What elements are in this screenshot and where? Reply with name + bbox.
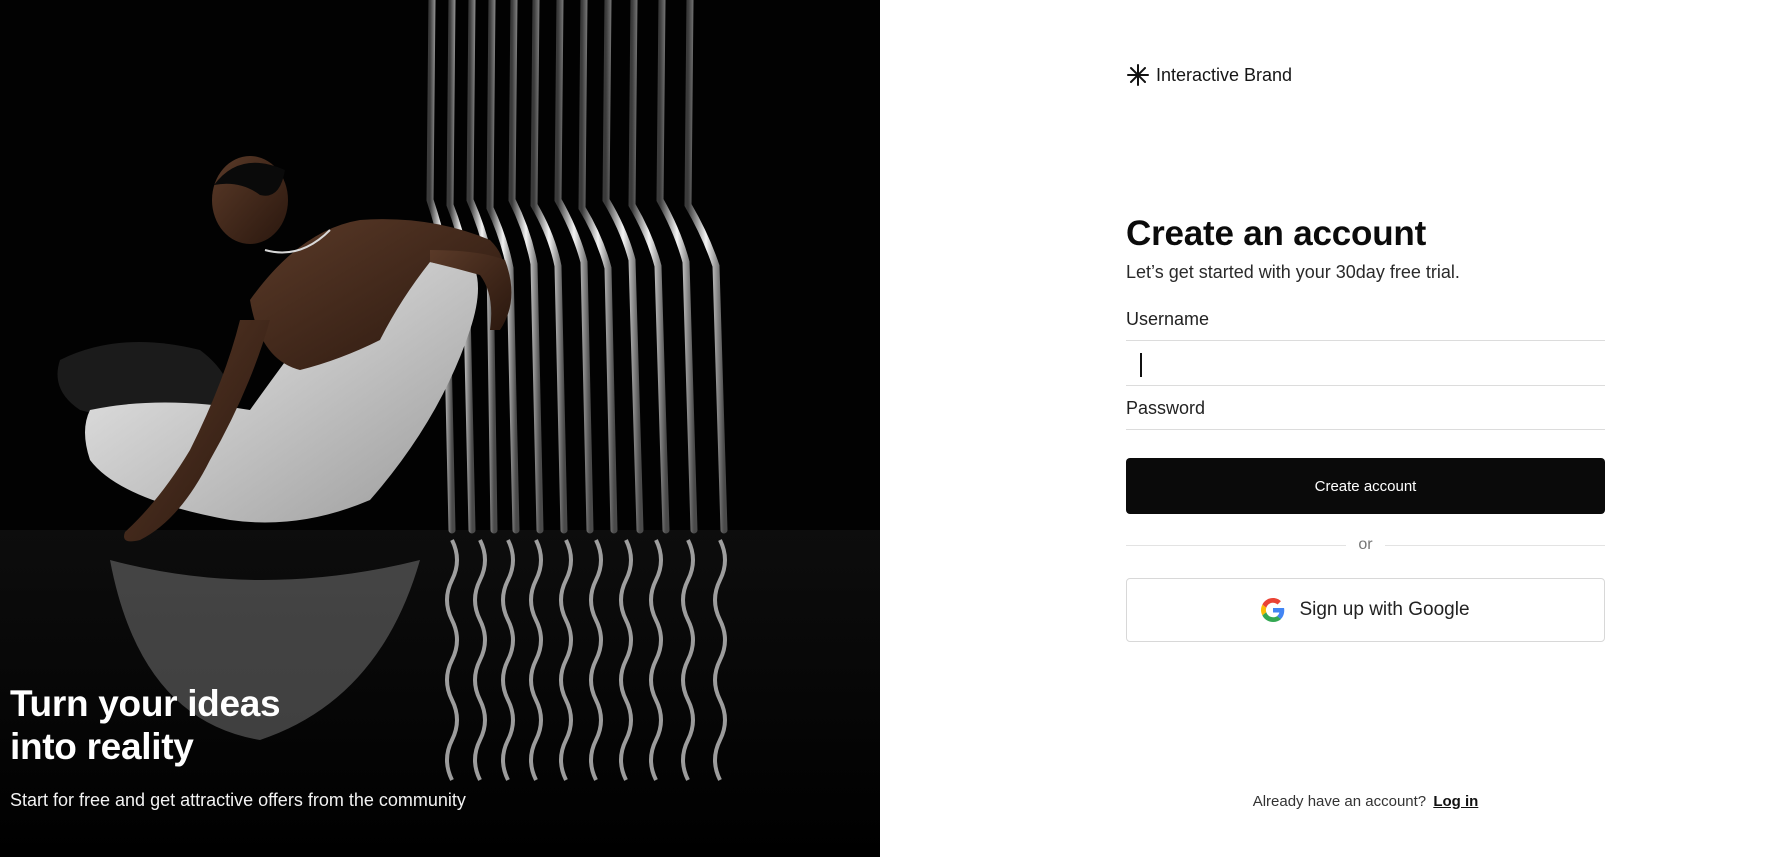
- hero-subtitle: Start for free and get attractive offers…: [10, 790, 466, 810]
- google-signup-label: Sign up with Google: [1299, 599, 1470, 620]
- google-icon: [1261, 598, 1285, 622]
- divider-line-left: [1126, 544, 1347, 546]
- hero-title-line-1: Turn your ideas: [10, 683, 281, 724]
- brand-name: Interactive Brand: [1156, 64, 1293, 85]
- or-divider: or: [1126, 536, 1606, 554]
- asterisk-icon: [1126, 63, 1150, 87]
- login-link[interactable]: Log in: [1433, 793, 1478, 810]
- form-subtitle: Let’s get started with your 30day free t…: [1126, 262, 1460, 282]
- signup-panel: Interactive Brand Create an account Let’…: [880, 0, 1765, 857]
- username-bottom-rule: [1126, 385, 1605, 386]
- login-prompt-text: Already have an account?: [1252, 793, 1427, 810]
- brand-logo[interactable]: Interactive Brand: [1126, 63, 1292, 87]
- username-label: Username: [1126, 309, 1210, 329]
- password-label[interactable]: Password: [1126, 397, 1605, 419]
- hero-title-line-2: into reality: [10, 726, 194, 767]
- password-input[interactable]: [1126, 429, 1605, 430]
- hero-text-block: Turn your ideas into reality Start for f…: [10, 682, 610, 811]
- signup-form: Create an account Let’s get started with…: [1126, 214, 1606, 642]
- text-caret: [1140, 353, 1142, 377]
- divider-line-right: [1384, 544, 1606, 546]
- create-account-button[interactable]: Create account: [1126, 458, 1605, 514]
- google-signup-button[interactable]: Sign up with Google: [1126, 578, 1605, 642]
- hero-panel: Turn your ideas into reality Start for f…: [0, 0, 880, 857]
- username-field-wrap: [1126, 341, 1605, 385]
- hero-title: Turn your ideas into reality: [10, 682, 610, 768]
- form-title: Create an account: [1126, 214, 1427, 253]
- username-input[interactable]: [1126, 341, 1605, 385]
- login-prompt: Already have an account? Log in: [1126, 793, 1605, 810]
- divider-text: or: [1358, 536, 1373, 553]
